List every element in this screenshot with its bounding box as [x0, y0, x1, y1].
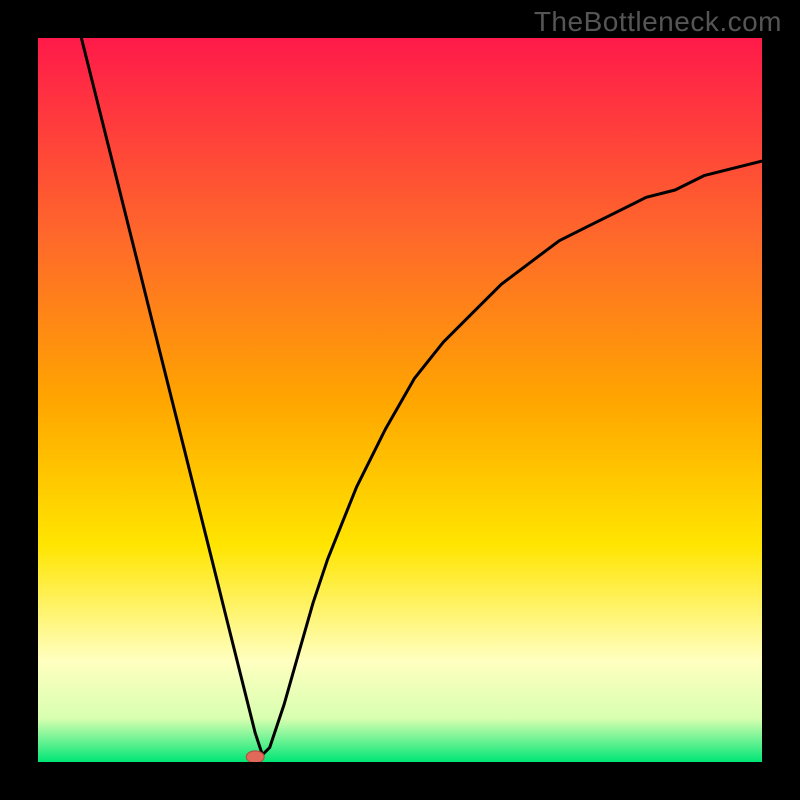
chart-frame: TheBottleneck.com: [0, 0, 800, 800]
watermark-text: TheBottleneck.com: [534, 6, 782, 38]
optimum-marker: [246, 751, 264, 762]
bottleneck-plot-svg: [38, 38, 762, 762]
plot-area: [38, 38, 762, 762]
gradient-background: [38, 38, 762, 762]
